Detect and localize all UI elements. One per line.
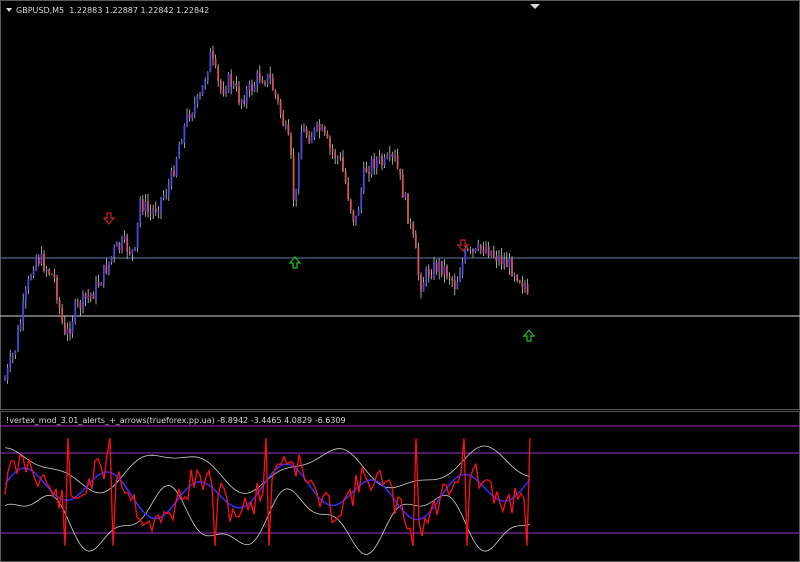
chart-window[interactable]: GBPUSD,M5 1.22883 1.22887 1.22842 1.2284… xyxy=(0,0,800,562)
indicator-chart[interactable] xyxy=(0,0,800,562)
indicator-red-line xyxy=(4,437,531,547)
